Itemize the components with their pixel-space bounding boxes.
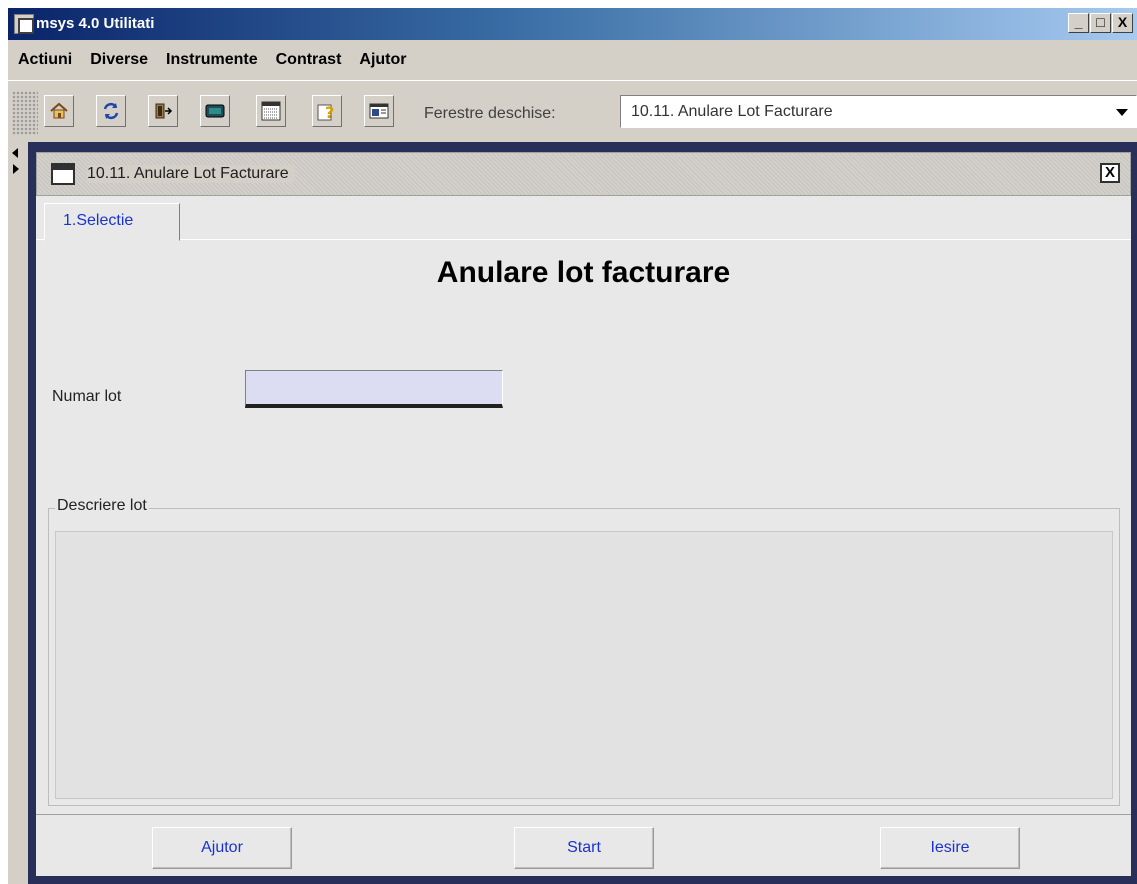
exit-icon (155, 103, 173, 119)
menu-ajutor[interactable]: Ajutor (359, 51, 406, 69)
toolbar: ? Ferestre deschise: 10.11. Anulare Lot … (8, 80, 1137, 142)
close-button[interactable]: X (1112, 13, 1133, 33)
app-title-bar[interactable]: msys 4.0 Utilitati _ □ X (8, 8, 1137, 40)
arrow-left-icon[interactable] (12, 148, 18, 158)
iesire-button[interactable]: Iesire (880, 827, 1020, 869)
frame-content: 1.Selectie Anulare lot facturare Numar l… (36, 196, 1131, 876)
internal-frame-title: 10.11. Anulare Lot Facturare (87, 165, 295, 183)
descriere-lot-label: Descriere lot (55, 497, 149, 515)
open-windows-select[interactable]: 10.11. Anulare Lot Facturare (620, 95, 1137, 128)
home-icon (50, 102, 68, 119)
ajutor-button[interactable]: Ajutor (152, 827, 292, 869)
frame-window-icon (51, 163, 75, 185)
descriere-lot-textarea[interactable] (55, 531, 1113, 799)
page-title: Anulare lot facturare (436, 256, 731, 289)
refresh-icon (103, 102, 119, 120)
internal-frame: 10.11. Anulare Lot Facturare X 1.Selecti… (28, 142, 1137, 884)
desktop-scroll-strip (8, 142, 28, 884)
exit-button[interactable] (148, 95, 178, 127)
svg-text:?: ? (325, 103, 334, 122)
menu-actiuni[interactable]: Actiuni (18, 51, 72, 69)
tab-strip: 1.Selectie (36, 196, 1131, 241)
numar-lot-label: Numar lot (52, 388, 122, 405)
open-windows-label: Ferestre deschise: (424, 105, 556, 122)
menu-bar: Actiuni Diverse Instrumente Contrast Aju… (8, 40, 1137, 80)
minimize-button[interactable]: _ (1068, 13, 1089, 33)
monitor-icon (205, 104, 225, 118)
window-icon (369, 103, 389, 119)
app-icon[interactable] (14, 14, 34, 34)
descriere-lot-group: Descriere lot (48, 497, 1120, 806)
internal-frame-title-bar[interactable]: 10.11. Anulare Lot Facturare X (36, 152, 1131, 196)
chevron-down-icon (1116, 109, 1128, 116)
arrow-right-icon[interactable] (13, 164, 19, 174)
menu-contrast[interactable]: Contrast (276, 51, 342, 69)
help-button[interactable]: ? (312, 95, 342, 127)
menu-instrumente[interactable]: Instrumente (166, 51, 258, 69)
refresh-button[interactable] (96, 95, 126, 127)
tab-selectie[interactable]: 1.Selectie (44, 203, 180, 241)
tab-selectie-label: 1.Selectie (63, 212, 134, 229)
menu-diverse[interactable]: Diverse (90, 51, 148, 69)
app-title: msys 4.0 Utilitati (36, 15, 155, 32)
button-bar: Ajutor Start Iesire (36, 814, 1131, 876)
frame-close-button[interactable]: X (1100, 163, 1120, 183)
open-windows-value: 10.11. Anulare Lot Facturare (631, 103, 833, 120)
window-controls: _ □ X (1068, 13, 1133, 33)
home-button[interactable] (44, 95, 74, 127)
numar-lot-input[interactable] (245, 370, 503, 408)
calendar-button[interactable] (256, 95, 286, 127)
monitor-button[interactable] (200, 95, 230, 127)
toolbar-grip[interactable] (12, 91, 38, 135)
calendar-icon (261, 101, 281, 121)
start-button[interactable]: Start (514, 827, 654, 869)
maximize-button[interactable]: □ (1090, 13, 1111, 33)
help-icon: ? (317, 103, 334, 122)
window-button[interactable] (364, 95, 394, 127)
